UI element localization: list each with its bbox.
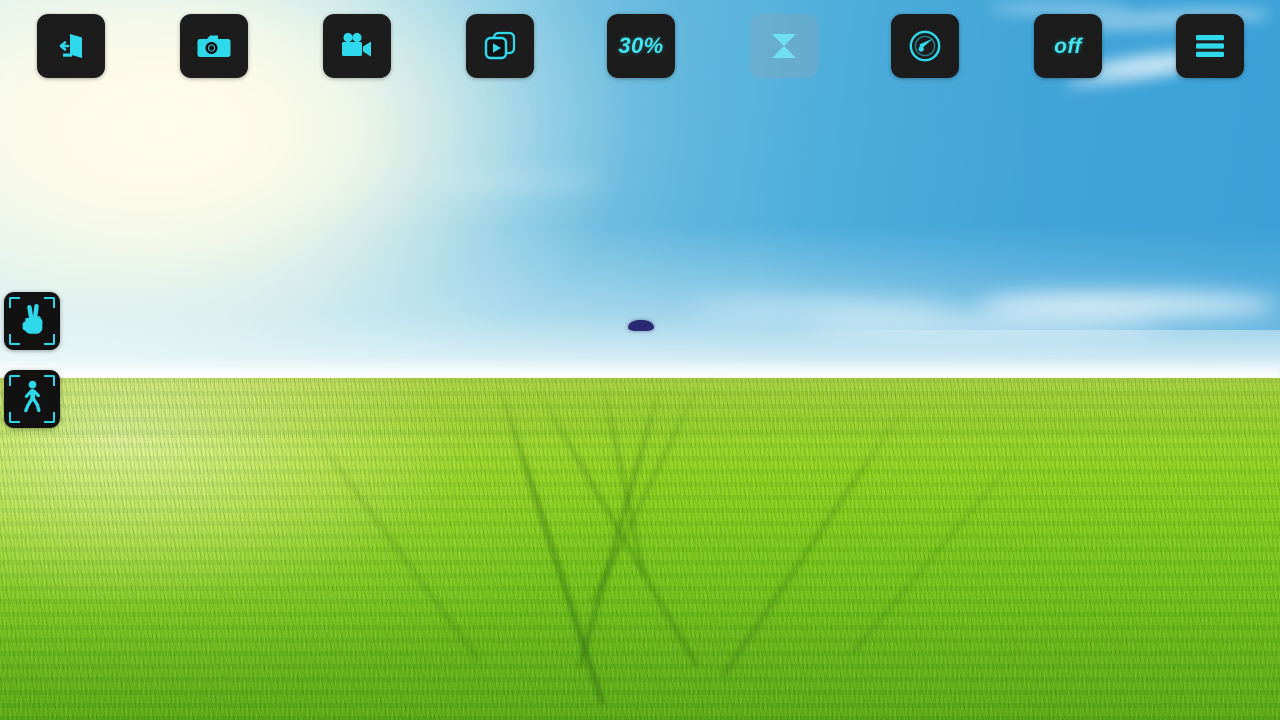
- grass-field: [0, 377, 1280, 720]
- photo-button[interactable]: [180, 14, 248, 78]
- toggle-button[interactable]: off: [1034, 14, 1102, 78]
- menu-button[interactable]: [1176, 14, 1244, 78]
- video-button[interactable]: [323, 14, 391, 78]
- exit-door-icon: [54, 29, 88, 63]
- camera-feed: [0, 0, 1280, 720]
- focus-brackets: [9, 375, 55, 423]
- media-playback-icon: [483, 30, 517, 62]
- cloud: [430, 175, 610, 187]
- battery-button[interactable]: 30%: [607, 14, 675, 78]
- exit-button[interactable]: [37, 14, 105, 78]
- distant-aircraft-icon: [628, 320, 654, 331]
- camera-icon: [197, 31, 231, 61]
- speed-button[interactable]: [891, 14, 959, 78]
- battery-percent-label: 30%: [618, 33, 664, 58]
- toggle-state-label: off: [1054, 34, 1082, 58]
- timer-button[interactable]: [750, 14, 818, 78]
- app-stage: 30% off: [0, 0, 1280, 720]
- hourglass-icon: [767, 29, 801, 63]
- gallery-button[interactable]: [466, 14, 534, 78]
- follow-me-button[interactable]: [4, 370, 60, 428]
- hamburger-menu-icon: [1193, 32, 1227, 60]
- field-far-texture: [0, 378, 1280, 438]
- gesture-control-button[interactable]: [4, 292, 60, 350]
- cloud: [690, 300, 950, 318]
- video-camera-icon: [339, 31, 375, 61]
- speedometer-icon: [907, 28, 943, 64]
- focus-brackets: [9, 297, 55, 345]
